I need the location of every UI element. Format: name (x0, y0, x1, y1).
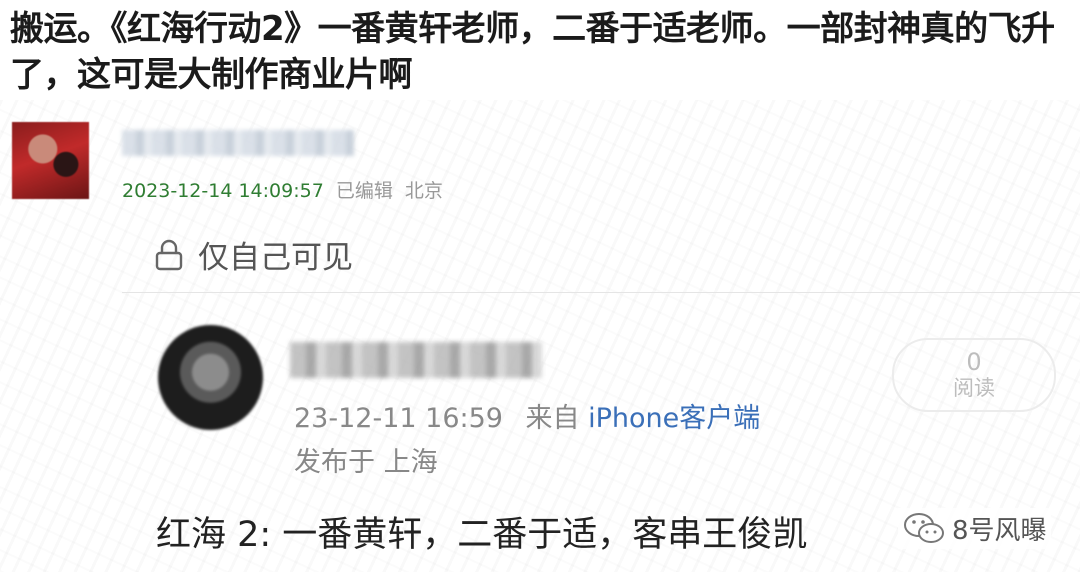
watermark: 8号风曝 (898, 508, 1051, 549)
lock-icon (155, 239, 183, 270)
device-link[interactable]: iPhone客户端 (588, 403, 760, 434)
headline: 搬运。《红海行动2》一番黄轩老师，二番于适老师。一部封神真的飞升了，这可是大制作… (10, 9, 1055, 95)
shared-post-body: 红海 2: 一番黄轩，二番于适，客串王俊凯 (156, 515, 808, 555)
post-timestamp: 2023-12-14 14:09:57 (122, 180, 324, 202)
background-texture (0, 100, 1080, 572)
divider (122, 292, 1080, 293)
avatar[interactable] (12, 122, 89, 199)
read-label: 阅读 (953, 376, 995, 400)
wechat-icon (904, 512, 944, 543)
visibility-label: 仅自己可见 (198, 240, 353, 276)
shared-post-time: 23-12-11 16:59 (294, 403, 503, 434)
edited-label: 已编辑 (335, 180, 393, 202)
post-meta: 2023-12-14 14:09:57 已编辑 北京 (122, 176, 449, 203)
post-location: 北京 (404, 180, 443, 202)
blurred-shared-username (290, 342, 542, 378)
source-prefix: 来自 (525, 403, 580, 434)
read-count: 0 (966, 348, 982, 376)
shared-post-meta: 23-12-11 16:59 来自 iPhone客户端 (294, 396, 760, 435)
read-count-badge: 0 阅读 (892, 338, 1056, 412)
watermark-label: 8号风曝 (952, 516, 1047, 546)
blurred-username (122, 130, 354, 156)
visibility-setting[interactable]: 仅自己可见 (154, 232, 353, 277)
shared-post-location: 发布于 上海 (294, 447, 438, 478)
shared-post-avatar[interactable] (158, 325, 263, 430)
